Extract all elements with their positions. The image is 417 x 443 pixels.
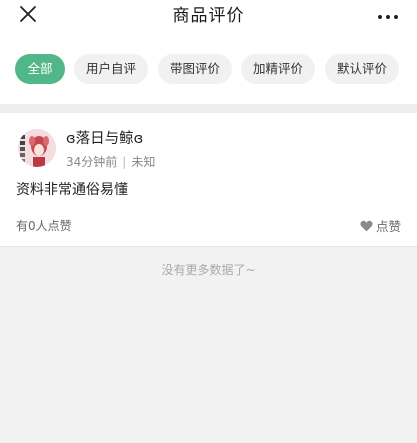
more-icon[interactable]	[377, 12, 399, 22]
filter-chip-default[interactable]: 默认评价	[325, 54, 399, 84]
more-button[interactable]	[377, 7, 399, 19]
filter-chip-all[interactable]: 全部	[15, 54, 65, 84]
review-text: 资料非常通俗易懂	[16, 182, 128, 198]
like-button-label: 点赞	[375, 219, 401, 234]
avatar-image	[18, 129, 56, 167]
review-time: 34分钟前	[66, 155, 118, 169]
filter-bar: 全部 用户自评 带图评价 加精评价 默认评价	[0, 30, 417, 104]
filter-chip-featured[interactable]: 加精评价	[241, 54, 315, 84]
page-title: 商品评价	[172, 6, 245, 26]
header-bar: 商品评价	[0, 0, 417, 30]
like-button[interactable]: 点赞	[360, 216, 401, 235]
review-spec: 未知	[131, 155, 156, 169]
heart-icon	[360, 220, 373, 231]
filter-chip-self-review[interactable]: 用户自评	[74, 54, 148, 84]
review-card: ɞ落日与鲸ɞ 34分钟前 | 未知 资料非常通俗易懂 有0人点赞 点赞	[0, 113, 417, 247]
no-more-data-note: 没有更多数据了~	[161, 263, 256, 277]
review-meta: 34分钟前 | 未知	[66, 153, 155, 170]
filter-chip-with-images[interactable]: 带图评价	[158, 54, 232, 84]
avatar[interactable]	[18, 129, 56, 167]
section-divider	[0, 104, 417, 113]
meta-separator: |	[122, 155, 127, 169]
likes-count: 有0人点赞	[16, 219, 72, 233]
review-username: ɞ落日与鲸ɞ	[66, 131, 144, 147]
